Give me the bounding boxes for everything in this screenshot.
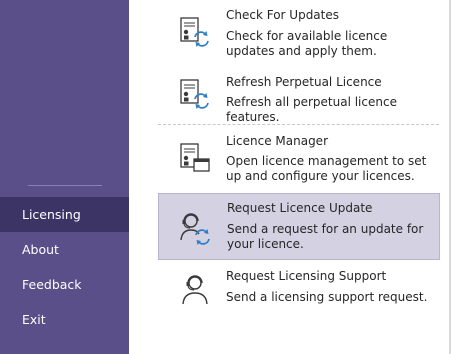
sidebar: Licensing About Feedback Exit bbox=[0, 0, 129, 354]
section-divider bbox=[158, 124, 439, 125]
request-licence-update-title: Request Licence Update bbox=[227, 201, 373, 215]
sidebar-item-licensing[interactable]: Licensing bbox=[0, 197, 129, 232]
request-licence-update-item[interactable]: Request Licence Update Send a request fo… bbox=[158, 193, 440, 260]
document-refresh-icon bbox=[178, 78, 212, 112]
request-licensing-support-description: Send a licensing support request. bbox=[226, 290, 428, 304]
licence-manager-title: Licence Manager bbox=[226, 134, 328, 148]
check-for-updates-item[interactable]: Check For Updates Check for available li… bbox=[158, 2, 440, 62]
refresh-perpetual-licence-item[interactable]: Refresh Perpetual Licence Refresh all pe… bbox=[158, 70, 440, 124]
refresh-perpetual-licence-description: Refresh all perpetual licence features. bbox=[226, 95, 397, 124]
panel-right-border bbox=[449, 0, 451, 354]
request-licence-update-description: Send a request for an update for your li… bbox=[227, 222, 424, 251]
sidebar-item-exit[interactable]: Exit bbox=[0, 302, 129, 337]
refresh-perpetual-licence-title: Refresh Perpetual Licence bbox=[226, 75, 382, 89]
licensing-panel: Check For Updates Check for available li… bbox=[129, 0, 451, 354]
check-for-updates-title: Check For Updates bbox=[226, 8, 340, 22]
document-window-icon bbox=[178, 142, 212, 176]
sidebar-item-feedback[interactable]: Feedback bbox=[0, 267, 129, 302]
licence-manager-description: Open licence management to set up and co… bbox=[226, 154, 427, 183]
headset-person-refresh-icon bbox=[179, 211, 213, 245]
headset-person-icon bbox=[178, 273, 212, 307]
request-licensing-support-title: Request Licensing Support bbox=[226, 269, 387, 283]
licence-manager-item[interactable]: Licence Manager Open licence management … bbox=[158, 128, 440, 186]
sidebar-separator bbox=[28, 185, 102, 186]
check-for-updates-description: Check for available licence updates and … bbox=[226, 29, 388, 58]
request-licensing-support-item[interactable]: Request Licensing Support Send a licensi… bbox=[158, 263, 440, 313]
document-refresh-icon bbox=[178, 16, 212, 50]
sidebar-item-about[interactable]: About bbox=[0, 232, 129, 267]
